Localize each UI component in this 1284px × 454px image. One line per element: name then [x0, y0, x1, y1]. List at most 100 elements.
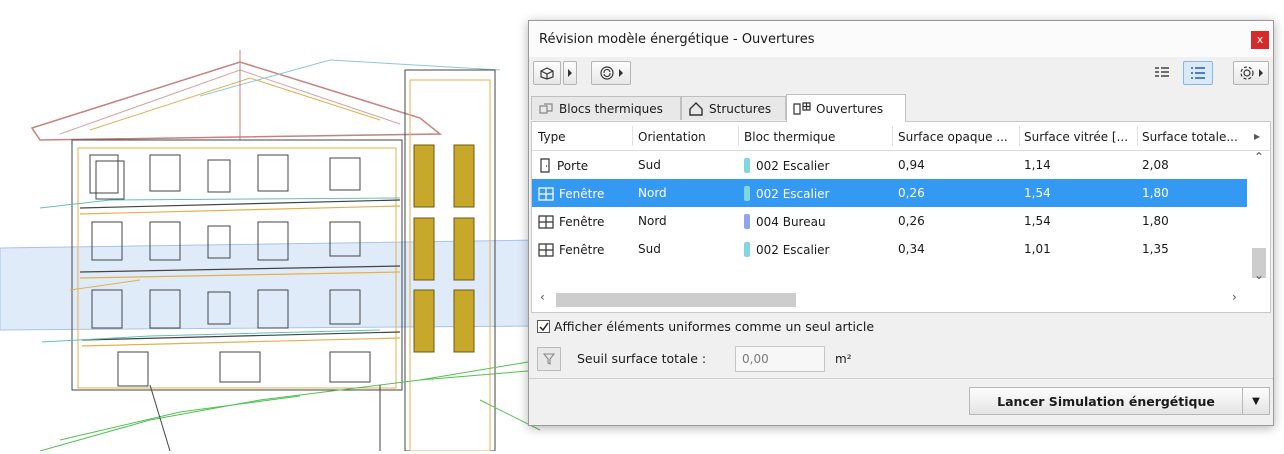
column-separator[interactable] [632, 126, 633, 146]
openings-table: Type Orientation Bloc thermique Surface … [531, 121, 1271, 313]
3d-view-dropdown[interactable] [563, 61, 577, 85]
uniform-elements-checkbox[interactable] [537, 320, 550, 333]
cell-type: Fenêtre [559, 215, 605, 229]
cell-type: Fenêtre [559, 243, 605, 257]
cell-surface-opaque: 0,26 [898, 214, 925, 228]
cell-bloc: 002 Escalier [756, 159, 830, 173]
bloc-color-swatch [744, 242, 750, 257]
toolbar [529, 59, 1273, 91]
window-icon [538, 187, 554, 201]
chevron-up-icon[interactable]: ⌃ [1254, 150, 1264, 164]
cell-surface-vitree: 1,54 [1024, 186, 1051, 200]
column-header-surface-totale[interactable]: Surface totale... [1142, 130, 1242, 144]
detail-view-button[interactable] [1183, 61, 1213, 85]
column-header-surface-vitree[interactable]: Surface vitrée [... [1024, 130, 1136, 144]
triangle-right-icon [618, 69, 623, 77]
close-button[interactable]: x [1251, 31, 1269, 49]
cell-surface-opaque: 0,26 [898, 186, 925, 200]
window-icon [538, 215, 554, 229]
uniform-elements-label: Afficher éléments uniformes comme un seu… [554, 319, 875, 334]
cell-type: Porte [557, 159, 589, 173]
cell-bloc: 002 Escalier [756, 187, 830, 201]
uniform-elements-option[interactable]: Afficher éléments uniformes comme un seu… [537, 319, 874, 334]
scroll-columns-right-icon[interactable]: ▸ [1254, 129, 1260, 143]
tab-label: Ouvertures [816, 101, 884, 116]
thermal-blocks-icon [538, 102, 554, 116]
table-row[interactable]: Fenêtre Nord 004 Bureau 0,26 1,54 1,80 [532, 207, 1247, 235]
detail-view-icon [1191, 67, 1205, 79]
cell-bloc: 002 Escalier [756, 243, 830, 257]
column-header-bloc-thermique[interactable]: Bloc thermique [744, 130, 884, 144]
filter-icon [543, 353, 555, 365]
cell-bloc: 004 Bureau [756, 215, 826, 229]
cell-surface-totale: 1,80 [1142, 186, 1169, 200]
cell-surface-totale: 2,08 [1142, 158, 1169, 172]
cell-orientation: Nord [638, 214, 667, 228]
vertical-scrollbar[interactable]: ⌃ ⌄ [1248, 150, 1270, 282]
cell-surface-opaque: 0,94 [898, 158, 925, 172]
column-separator[interactable] [738, 126, 739, 146]
dialog-title: Révision modèle énergétique - Ouvertures [539, 32, 815, 47]
threshold-unit: m² [835, 352, 852, 366]
table-row[interactable]: Porte Sud 002 Escalier 0,94 1,14 2,08 [532, 151, 1247, 179]
column-header-orientation[interactable]: Orientation [638, 130, 738, 144]
horizontal-scroll-thumb[interactable] [556, 293, 796, 307]
launch-options-dropdown[interactable]: ▼ [1242, 387, 1270, 415]
column-separator[interactable] [1019, 126, 1020, 146]
chevron-down-icon: ▼ [1252, 395, 1260, 407]
cell-orientation: Sud [638, 158, 661, 172]
threshold-label: Seuil surface totale : [577, 351, 707, 366]
house-icon [688, 101, 704, 116]
door-icon [540, 158, 550, 173]
refresh-button[interactable] [591, 61, 631, 85]
3d-view-button[interactable] [533, 61, 561, 85]
column-header-surface-opaque[interactable]: Surface opaque ... [898, 130, 1018, 144]
dialog-titlebar[interactable]: Révision modèle énergétique - Ouvertures… [529, 21, 1273, 57]
cell-surface-totale: 1,35 [1142, 242, 1169, 256]
triangle-right-icon [1258, 69, 1263, 77]
settings-icon [1239, 66, 1254, 80]
triangle-right-icon [568, 69, 572, 77]
chevron-down-icon[interactable]: ⌄ [1254, 268, 1264, 282]
checkmark-icon [538, 322, 549, 331]
column-header-type[interactable]: Type [538, 130, 628, 144]
bloc-color-swatch [744, 158, 750, 173]
cell-orientation: Sud [638, 242, 661, 256]
filter-button[interactable] [537, 347, 561, 371]
chevron-left-icon[interactable]: ‹ [540, 290, 545, 304]
settings-button[interactable] [1233, 61, 1269, 85]
table-header: Type Orientation Bloc thermique Surface … [532, 122, 1270, 151]
3d-model-viewport[interactable] [0, 0, 541, 452]
table-row[interactable]: Fenêtre Sud 002 Escalier 0,34 1,01 1,35 [532, 235, 1247, 263]
launch-simulation-button[interactable]: Lancer Simulation énergétique [969, 387, 1243, 415]
threshold-row: Seuil surface totale : m² [537, 346, 937, 372]
column-separator[interactable] [1137, 126, 1138, 146]
building-wireframe [0, 50, 541, 452]
tab-label: Blocs thermiques [559, 101, 663, 116]
cell-orientation: Nord [638, 186, 667, 200]
tab-blocs-thermiques[interactable]: Blocs thermiques [531, 96, 681, 120]
energy-model-review-dialog: Révision modèle énergétique - Ouvertures… [528, 20, 1274, 426]
3d-view-icon [540, 67, 554, 80]
cell-surface-vitree: 1,54 [1024, 214, 1051, 228]
divider [529, 378, 1273, 379]
horizontal-scrollbar[interactable]: ‹ › [532, 284, 1270, 312]
tab-ouvertures[interactable]: Ouvertures [786, 94, 906, 122]
column-separator[interactable] [892, 126, 893, 146]
cell-surface-totale: 1,80 [1142, 214, 1169, 228]
tab-bar: Blocs thermiques Structures Ouvertures [529, 91, 1273, 122]
list-view-icon [1155, 67, 1169, 77]
openings-icon [793, 101, 811, 116]
chevron-right-icon[interactable]: › [1232, 290, 1237, 304]
bloc-color-swatch [744, 214, 750, 229]
cell-surface-opaque: 0,34 [898, 242, 925, 256]
cell-surface-vitree: 1,14 [1024, 158, 1051, 172]
table-row-selected[interactable]: Fenêtre Nord 002 Escalier 0,26 1,54 1,80 [532, 179, 1247, 207]
threshold-input[interactable] [735, 346, 825, 372]
window-icon [538, 243, 554, 257]
refresh-icon [599, 66, 614, 80]
list-view-button[interactable] [1149, 61, 1175, 85]
tab-label: Structures [709, 101, 772, 116]
bloc-color-swatch [744, 186, 750, 201]
tab-structures[interactable]: Structures [681, 96, 786, 120]
